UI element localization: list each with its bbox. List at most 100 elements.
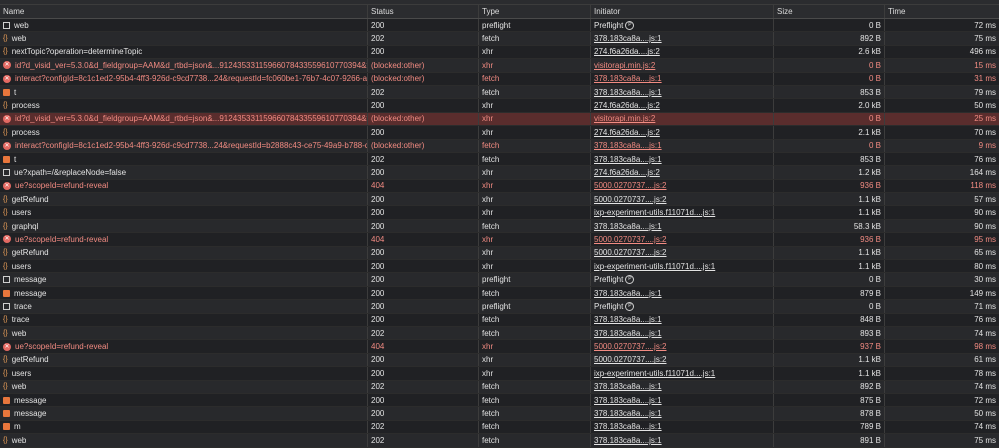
initiator-cell[interactable]: ixp-experiment-utils.f11071d....js:1 [591, 206, 774, 219]
table-row[interactable]: {} getRefund 200 xhr 5000.0270737....js:2 1.1… [0, 246, 999, 261]
table-row[interactable]: t 202 fetch 378.183ca8a....js:1 853 B 79 ms [0, 85, 999, 100]
column-header-type[interactable]: Type [479, 5, 591, 18]
initiator-link[interactable]: 378.183ca8a....js:1 [594, 74, 662, 83]
initiator-link[interactable]: 5000.0270737....js:2 [594, 235, 667, 244]
initiator-cell[interactable]: 274.f6a26da....js:2 [591, 99, 774, 112]
table-row[interactable]: message 200 fetch 378.183ca8a....js:1 875 B 7… [0, 393, 999, 408]
table-row[interactable]: message 200 preflight Preflight P 0 B 30 ms [0, 273, 999, 287]
initiator-cell[interactable]: 378.183ca8a....js:1 [591, 313, 774, 326]
initiator-cell[interactable]: 274.f6a26da....js:2 [591, 166, 774, 179]
initiator-cell[interactable]: 378.183ca8a....js:1 [591, 152, 774, 166]
initiator-link[interactable]: 378.183ca8a....js:1 [594, 422, 662, 431]
initiator-link[interactable]: 378.183ca8a....js:1 [594, 222, 662, 231]
initiator-cell[interactable]: 5000.0270737....js:2 [591, 179, 774, 193]
table-row[interactable]: {} nextTopic?operation=determineTopic 200 x… [0, 45, 999, 60]
initiator-cell[interactable]: ixp-experiment-utils.f11071d....js:1 [591, 260, 774, 273]
initiator-cell[interactable]: 378.183ca8a....js:1 [591, 286, 774, 300]
table-row[interactable]: ✕ ue?scopeId=refund-reveal 404 xhr 5000.0270… [0, 340, 999, 354]
table-row[interactable]: trace 200 preflight Preflight P 0 B 71 ms [0, 300, 999, 314]
initiator-link[interactable]: 5000.0270737....js:2 [594, 248, 667, 257]
initiator-link[interactable]: visitorapi.min.js:2 [594, 61, 655, 70]
initiator-link[interactable]: Preflight [594, 275, 623, 284]
initiator-link[interactable]: 378.183ca8a....js:1 [594, 409, 662, 418]
initiator-link[interactable]: 378.183ca8a....js:1 [594, 382, 662, 391]
initiator-cell[interactable]: 378.183ca8a....js:1 [591, 32, 774, 45]
table-row[interactable]: ✕ ue?scopeId=refund-reveal 404 xhr 5000.0270… [0, 179, 999, 194]
initiator-cell[interactable]: 274.f6a26da....js:2 [591, 45, 774, 59]
table-row[interactable]: {} web 202 fetch 378.183ca8a....js:1 893 B 74 … [0, 326, 999, 341]
table-row[interactable]: message 200 fetch 378.183ca8a....js:1 878 B 5… [0, 407, 999, 421]
initiator-cell[interactable]: visitorapi.min.js:2 [591, 59, 774, 72]
column-header-status[interactable]: Status [368, 5, 479, 18]
initiator-cell[interactable]: 378.183ca8a....js:1 [591, 72, 774, 85]
initiator-cell[interactable]: Preflight P [591, 300, 774, 313]
initiator-link[interactable]: 378.183ca8a....js:1 [594, 289, 662, 298]
table-row[interactable]: ✕ ue?scopeId=refund-reveal 404 xhr 5000.0270… [0, 233, 999, 247]
table-row[interactable]: {} getRefund 200 xhr 5000.0270737....js:2 1.1… [0, 193, 999, 207]
table-row[interactable]: {} users 200 xhr ixp-experiment-utils.f11071… [0, 260, 999, 274]
initiator-link[interactable]: ixp-experiment-utils.f11071d....js:1 [594, 262, 715, 271]
table-row[interactable]: web 200 preflight Preflight P 0 B 72 ms [0, 19, 999, 33]
initiator-cell[interactable]: 378.183ca8a....js:1 [591, 219, 774, 233]
initiator-cell[interactable]: Preflight P [591, 273, 774, 286]
column-header-name[interactable]: Name [0, 5, 368, 18]
initiator-link[interactable]: 378.183ca8a....js:1 [594, 141, 662, 150]
table-row[interactable]: ✕ id?d_visid_ver=5.3.0&d_fieldgroup=AAM&d… [0, 112, 999, 127]
initiator-cell[interactable]: 5000.0270737....js:2 [591, 246, 774, 260]
column-header-time[interactable]: Time [885, 5, 999, 18]
initiator-cell[interactable]: 378.183ca8a....js:1 [591, 380, 774, 393]
initiator-link[interactable]: 378.183ca8a....js:1 [594, 155, 662, 164]
initiator-cell[interactable]: visitorapi.min.js:2 [591, 112, 774, 126]
initiator-cell[interactable]: 378.183ca8a....js:1 [591, 139, 774, 152]
table-row[interactable]: {} web 202 fetch 378.183ca8a....js:1 891 B 75 … [0, 434, 999, 448]
table-row[interactable]: {} web 202 fetch 378.183ca8a....js:1 892 B 74 … [0, 380, 999, 394]
initiator-cell[interactable]: ixp-experiment-utils.f11071d....js:1 [591, 367, 774, 380]
preflight-icon[interactable]: P [625, 275, 635, 285]
table-row[interactable]: {} getRefund 200 xhr 5000.0270737....js:2 1.1… [0, 353, 999, 368]
preflight-icon[interactable]: P [625, 301, 635, 311]
table-row[interactable]: {} trace 200 fetch 378.183ca8a....js:1 848 B7… [0, 313, 999, 327]
table-row[interactable]: message 200 fetch 378.183ca8a....js:1 879 B 1… [0, 286, 999, 301]
initiator-link[interactable]: 274.f6a26da....js:2 [594, 47, 660, 56]
initiator-link[interactable]: 378.183ca8a....js:1 [594, 34, 662, 43]
table-row[interactable]: {} users 200 xhr ixp-experiment-utils.f11071… [0, 206, 999, 220]
initiator-link[interactable]: 378.183ca8a....js:1 [594, 88, 662, 97]
initiator-link[interactable]: 274.f6a26da....js:2 [594, 128, 660, 137]
initiator-link[interactable]: 378.183ca8a....js:1 [594, 436, 662, 445]
initiator-link[interactable]: Preflight [594, 21, 623, 30]
initiator-link[interactable]: 5000.0270737....js:2 [594, 355, 667, 364]
initiator-cell[interactable]: 378.183ca8a....js:1 [591, 393, 774, 407]
initiator-cell[interactable]: 5000.0270737....js:2 [591, 233, 774, 246]
initiator-link[interactable]: 378.183ca8a....js:1 [594, 396, 662, 405]
initiator-cell[interactable]: 378.183ca8a....js:1 [591, 326, 774, 340]
table-row[interactable]: {} graphql 200 fetch 378.183ca8a....js:1 58.3… [0, 219, 999, 234]
initiator-link[interactable]: 378.183ca8a....js:1 [594, 315, 662, 324]
table-row[interactable]: ✕ id?d_visid_ver=5.3.0&d_fieldgroup=AAM&d… [0, 59, 999, 73]
initiator-link[interactable]: ixp-experiment-utils.f11071d....js:1 [594, 208, 715, 217]
initiator-link[interactable]: 5000.0270737....js:2 [594, 195, 667, 204]
table-row[interactable]: t 202 fetch 378.183ca8a....js:1 853 B 76 ms [0, 152, 999, 167]
column-header-initiator[interactable]: Initiator [591, 5, 774, 18]
table-row[interactable]: {} process 200 xhr 274.f6a26da....js:2 2.0 kB… [0, 99, 999, 113]
initiator-link[interactable]: 5000.0270737....js:2 [594, 342, 667, 351]
preflight-icon[interactable]: P [625, 20, 635, 30]
table-row[interactable]: ue?xpath=/&replaceNode=false 200 xhr 274.f6… [0, 166, 999, 180]
initiator-cell[interactable]: 378.183ca8a....js:1 [591, 407, 774, 420]
initiator-cell[interactable]: 378.183ca8a....js:1 [591, 434, 774, 447]
initiator-cell[interactable]: 378.183ca8a....js:1 [591, 85, 774, 99]
table-row[interactable]: ✕ interact?configId=8c1c1ed2-95b4-4ff3-92… [0, 139, 999, 153]
initiator-cell[interactable]: 274.f6a26da....js:2 [591, 126, 774, 139]
initiator-link[interactable]: ixp-experiment-utils.f11071d....js:1 [594, 369, 715, 378]
initiator-link[interactable]: 378.183ca8a....js:1 [594, 329, 662, 338]
initiator-cell[interactable]: Preflight P [591, 19, 774, 32]
initiator-link[interactable]: Preflight [594, 302, 623, 311]
initiator-link[interactable]: 274.f6a26da....js:2 [594, 168, 660, 177]
initiator-cell[interactable]: 5000.0270737....js:2 [591, 340, 774, 353]
initiator-cell[interactable]: 5000.0270737....js:2 [591, 353, 774, 367]
initiator-link[interactable]: visitorapi.min.js:2 [594, 114, 655, 123]
initiator-link[interactable]: 5000.0270737....js:2 [594, 181, 667, 190]
initiator-cell[interactable]: 5000.0270737....js:2 [591, 193, 774, 206]
table-row[interactable]: ✕ interact?configId=8c1c1ed2-95b4-4ff3-92… [0, 72, 999, 86]
table-row[interactable]: {} web 202 fetch 378.183ca8a....js:1 892 B 75 … [0, 32, 999, 46]
column-header-size[interactable]: Size [774, 5, 885, 18]
